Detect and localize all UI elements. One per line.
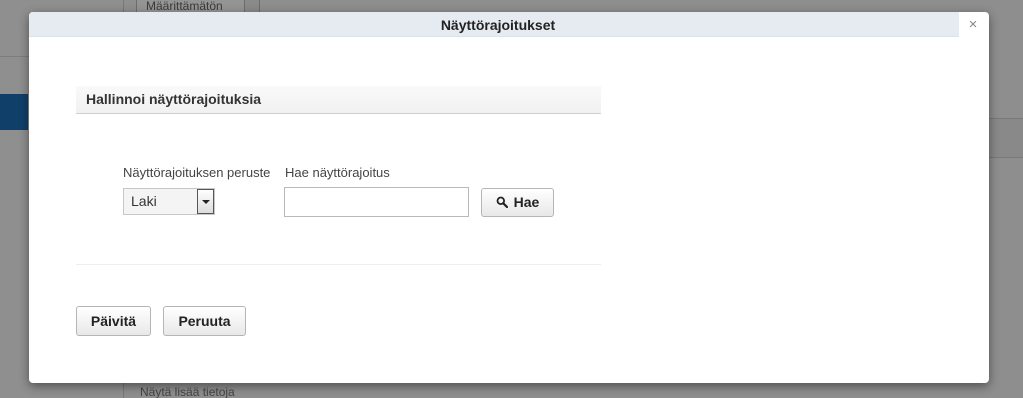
update-button[interactable]: Päivitä bbox=[76, 306, 151, 336]
search-icon bbox=[496, 190, 508, 209]
chevron-down-icon[interactable] bbox=[197, 189, 214, 214]
basis-select-value: Laki bbox=[131, 193, 157, 209]
close-icon[interactable]: × bbox=[962, 15, 984, 35]
form-divider bbox=[76, 264, 601, 265]
dialog-title: Näyttörajoitukset bbox=[440, 17, 556, 33]
basis-label: Näyttörajoituksen peruste bbox=[123, 165, 271, 180]
section-header: Hallinnoi näyttörajoituksia bbox=[76, 86, 601, 114]
search-label: Hae näyttörajoitus bbox=[285, 165, 390, 180]
search-input[interactable] bbox=[284, 187, 469, 217]
search-button-label: Hae bbox=[513, 194, 540, 210]
section-title: Hallinnoi näyttörajoituksia bbox=[86, 91, 262, 107]
search-button[interactable]: Hae bbox=[481, 188, 554, 217]
cancel-button[interactable]: Peruuta bbox=[163, 306, 246, 336]
basis-select[interactable]: Laki bbox=[123, 188, 215, 215]
display-restrictions-dialog: Näyttörajoitukset × Hallinnoi näyttörajo… bbox=[29, 12, 989, 383]
